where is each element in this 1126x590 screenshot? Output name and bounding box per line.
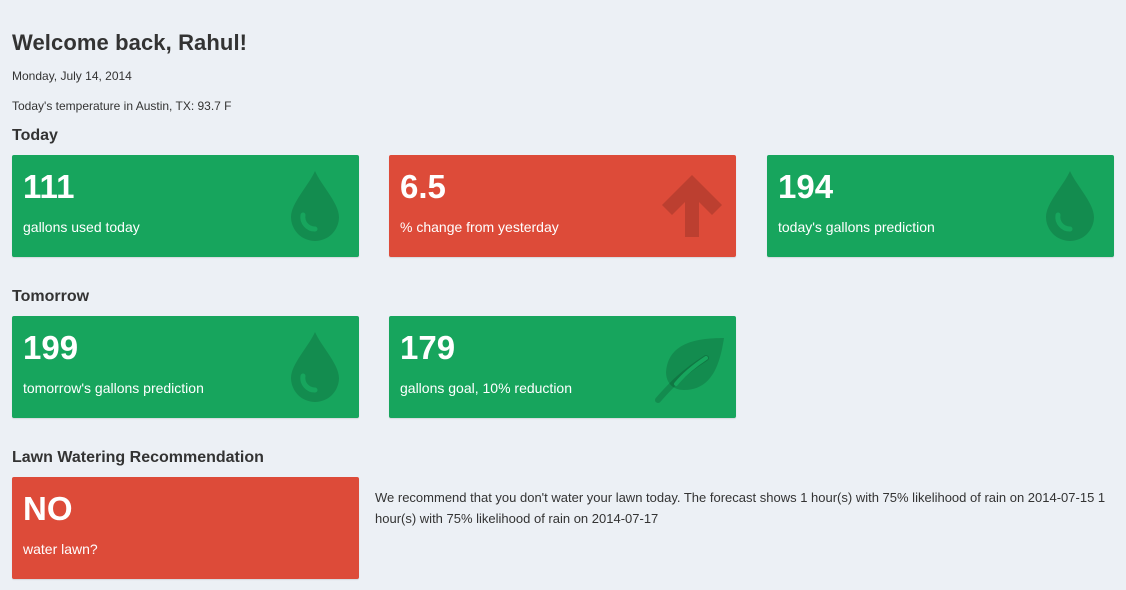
welcome-heading: Welcome back, Rahul! <box>12 30 248 55</box>
water-lawn-box: NO water lawn? <box>12 477 359 579</box>
leaf-icon <box>654 328 730 404</box>
water-drop-icon <box>1032 167 1108 243</box>
section-title-tomorrow: Tomorrow <box>12 288 90 305</box>
water-drop-icon <box>277 167 353 243</box>
gallons-goal-value: 179 <box>400 329 456 366</box>
arrow-up-icon <box>654 167 730 243</box>
tomorrows-prediction-label: tomorrow's gallons prediction <box>23 380 204 396</box>
gallons-goal-label: gallons goal, 10% reduction <box>400 380 573 396</box>
temperature-text: Today's temperature in Austin, TX: 93.7 … <box>12 99 232 113</box>
todays-prediction-box: 194 today's gallons prediction <box>767 155 1114 257</box>
change-label: % change from yesterday <box>400 219 559 235</box>
section-title-lawn: Lawn Watering Recommendation <box>12 449 264 466</box>
change-value: 6.5 <box>400 168 446 205</box>
gallons-used-today-box: 111 gallons used today <box>12 155 359 257</box>
todays-prediction-label: today's gallons prediction <box>778 219 935 235</box>
water-lawn-label: water lawn? <box>23 541 98 557</box>
current-date: Monday, July 14, 2014 <box>12 69 132 83</box>
gallons-used-value: 111 <box>23 168 75 205</box>
lawn-recommendation-text: We recommend that you don't water your l… <box>375 490 1106 526</box>
gallons-used-label: gallons used today <box>23 219 140 235</box>
tomorrows-prediction-box: 199 tomorrow's gallons prediction <box>12 316 359 418</box>
dashboard-page: Welcome back, Rahul! Monday, July 14, 20… <box>0 0 1126 590</box>
water-drop-icon <box>277 328 353 404</box>
water-lawn-value: NO <box>23 490 73 527</box>
section-title-today: Today <box>12 127 58 144</box>
todays-prediction-value: 194 <box>778 168 834 205</box>
tomorrows-prediction-value: 199 <box>23 329 79 366</box>
change-from-yesterday-box: 6.5 % change from yesterday <box>389 155 736 257</box>
gallons-goal-box: 179 gallons goal, 10% reduction <box>389 316 736 418</box>
